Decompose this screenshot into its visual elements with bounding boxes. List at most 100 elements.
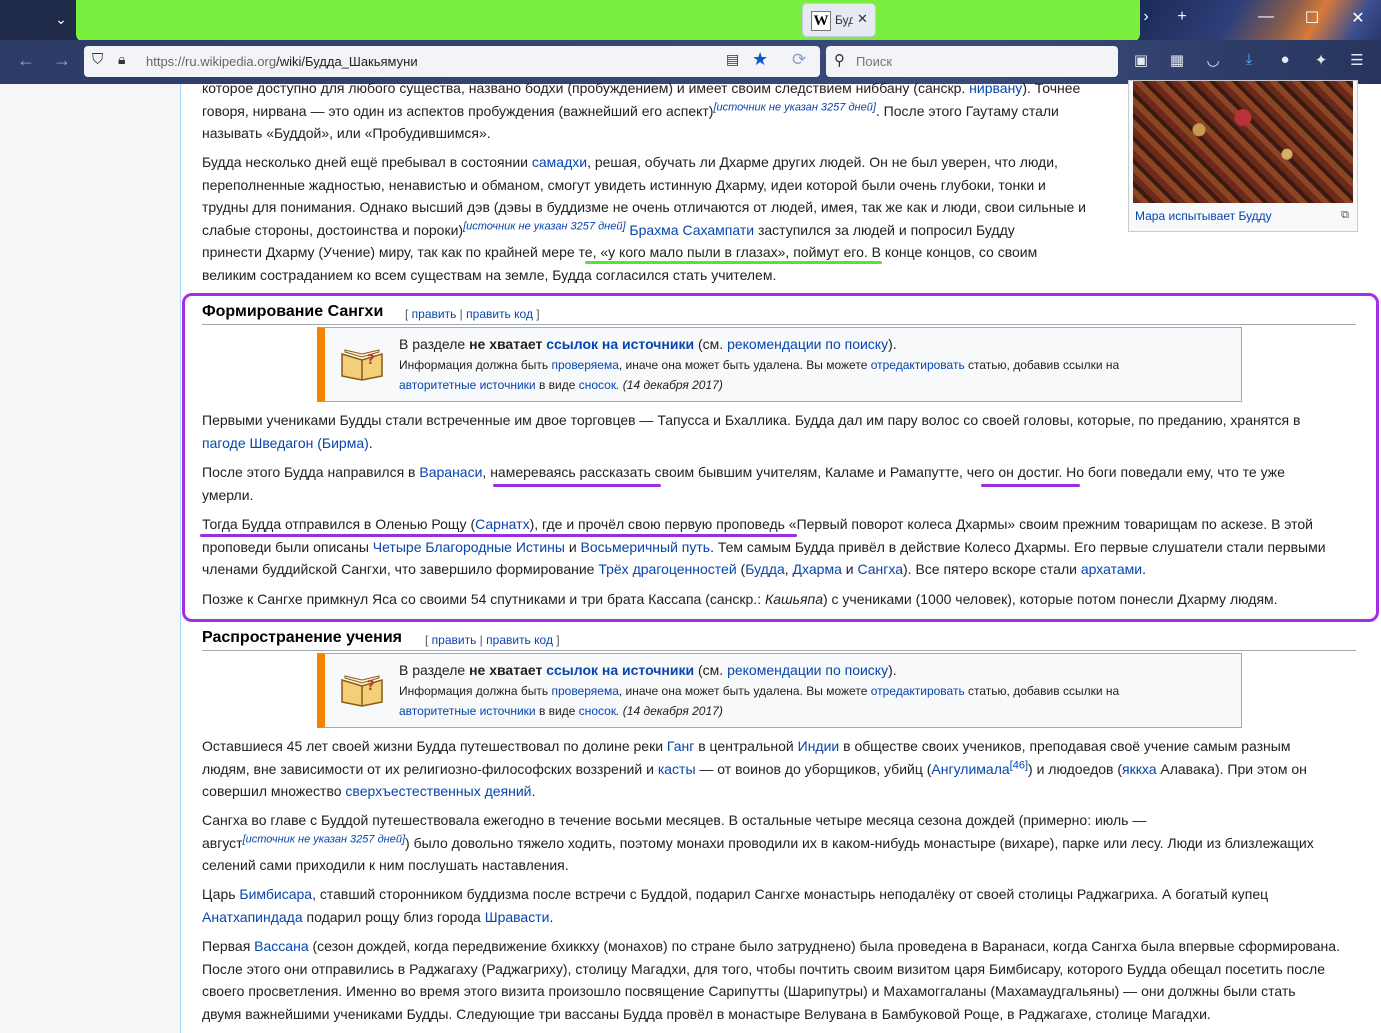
maximize-icon[interactable]: ☐: [1300, 8, 1324, 28]
link-varanasi[interactable]: Варанаси: [419, 464, 482, 480]
green-underline-annotation: [585, 261, 882, 264]
link-sources[interactable]: ссылок на источники: [546, 662, 694, 678]
link-vassana[interactable]: Вассана: [254, 938, 308, 954]
refimprove-notice: ? В разделе не хватает ссылок на источни…: [317, 327, 1242, 402]
svg-text:?: ?: [367, 353, 375, 368]
edit-code-link[interactable]: править код: [486, 633, 553, 647]
tracking-shield-icon[interactable]: ⛉: [92, 51, 103, 68]
reload-icon[interactable]: ⟳: [792, 50, 806, 70]
paragraph-varanasi: После этого Будда направился в Варанаси,…: [202, 464, 1285, 503]
reader-view-icon[interactable]: ▤: [726, 51, 739, 68]
wikipedia-favicon-icon: W: [811, 11, 831, 31]
section-heading-spread: Распространение учения: [202, 629, 402, 646]
purple-underline-annotation: [981, 484, 1080, 487]
green-highlight-overlay: [76, 0, 1140, 40]
link-shravasti[interactable]: Шравасти: [485, 909, 550, 925]
link-yakkha[interactable]: яккха: [1122, 761, 1156, 777]
link-dharma[interactable]: Дхарма: [793, 561, 842, 577]
bookmark-star-icon[interactable]: ★: [752, 49, 768, 70]
download-icon[interactable]: ⤓: [1238, 51, 1260, 68]
section-heading-sangha: Формирование Сангхи: [202, 303, 384, 320]
extension-icon[interactable]: ▣: [1130, 51, 1152, 69]
book-question-icon: ?: [341, 675, 383, 707]
back-arrow-icon[interactable]: ←: [14, 50, 38, 71]
link-castes[interactable]: касты: [658, 761, 696, 777]
pocket-icon[interactable]: ◡: [1202, 51, 1224, 69]
edit-code-link[interactable]: править код: [466, 307, 533, 321]
thumbnail-caption[interactable]: Мара испытывает Будду: [1135, 209, 1272, 223]
purple-underline-annotation: [493, 484, 661, 487]
new-tab-plus-icon[interactable]: +: [1170, 8, 1194, 26]
link-supernatural-deeds[interactable]: сверхъестественных деяний: [345, 783, 531, 799]
mara-painting-image[interactable]: [1133, 81, 1353, 203]
link-four-noble-truths[interactable]: Четыре Благородные Истины: [373, 539, 565, 555]
link-nirvana[interactable]: нирвану: [969, 80, 1022, 96]
citation-needed[interactable]: [источник не указан 3257 дней]: [463, 220, 625, 232]
link-edit-article[interactable]: отредактировать: [871, 684, 965, 698]
refimprove-notice: ? В разделе не хватает ссылок на источни…: [317, 653, 1242, 728]
paragraph-yasa: Позже к Сангхе примкнул Яса со своими 54…: [202, 591, 1278, 607]
screenshot-icon[interactable]: ▦: [1166, 51, 1188, 69]
paragraph-rainy-season: Сангха во главе с Буддой путешествовала …: [202, 812, 1314, 873]
link-bimbisara[interactable]: Бимбисара: [239, 886, 312, 902]
citation-needed[interactable]: [источник не указан 3257 дней]: [243, 833, 405, 845]
link-sarnath[interactable]: Сарнатх: [475, 516, 529, 532]
paragraph-enlightenment: которое доступно для любого существа, на…: [202, 80, 1081, 141]
close-window-icon[interactable]: ✕: [1346, 8, 1370, 28]
link-india[interactable]: Индии: [798, 738, 840, 754]
link-buddha[interactable]: Будда: [745, 561, 785, 577]
lock-icon[interactable]: 🔒︎: [118, 51, 125, 68]
section-edit-links: [ править | править код ]: [405, 307, 540, 321]
paragraph-bimbisara: Царь Бимбисара, ставший сторонником будд…: [202, 886, 1269, 925]
minimize-icon[interactable]: —: [1254, 8, 1278, 26]
paragraph-vassana: Первая Вассана (сезон дождей, когда пере…: [202, 938, 1340, 1022]
link-brahma-sahampati[interactable]: Брахма Сахампати: [629, 222, 754, 238]
link-verifiable[interactable]: проверяема: [551, 684, 618, 698]
tab-list-chevron-icon[interactable]: ⌄: [48, 6, 74, 32]
link-shwedagon[interactable]: пагоде Шведагон (Бирма): [202, 435, 369, 451]
link-sangha[interactable]: Сангха: [857, 561, 903, 577]
section-divider: [202, 324, 1356, 325]
magnify-icon[interactable]: ⧉: [1341, 209, 1349, 222]
link-arhats[interactable]: архатами: [1081, 561, 1142, 577]
edit-link[interactable]: править: [412, 307, 457, 321]
tab-active[interactable]: W Буд ✕: [802, 3, 876, 37]
svg-text:?: ?: [367, 679, 375, 694]
paragraph-brahma: Будда несколько дней ещё пребывал в сост…: [202, 154, 1086, 283]
link-samadhi[interactable]: самадхи: [532, 154, 587, 170]
tab-scroll-right-icon[interactable]: ›: [1134, 8, 1158, 26]
link-angulimala[interactable]: Ангулимала: [931, 761, 1009, 777]
link-reliable-sources[interactable]: авторитетные источники: [399, 704, 536, 718]
link-search-guidelines[interactable]: рекомендации по поиску: [727, 336, 888, 352]
menu-hamburger-icon[interactable]: ☰: [1346, 51, 1368, 69]
link-three-jewels[interactable]: Трёх драгоценностей: [598, 561, 736, 577]
link-eightfold-path[interactable]: Восьмеричный путь: [581, 539, 711, 555]
forward-arrow-icon[interactable]: →: [50, 50, 74, 71]
edit-link[interactable]: править: [432, 633, 477, 647]
citation-needed[interactable]: [источник не указан 3257 дней]: [713, 101, 875, 113]
paragraph-first-disciples: Первыми учениками Будды стали встреченны…: [202, 412, 1301, 451]
reference-46[interactable]: [46]: [1010, 759, 1028, 771]
link-ganges[interactable]: Ганг: [667, 738, 694, 754]
extensions-puzzle-icon[interactable]: ✦: [1310, 51, 1332, 69]
link-edit-article[interactable]: отредактировать: [871, 358, 965, 372]
purple-underline-annotation: [200, 534, 797, 537]
link-footnotes[interactable]: сносок: [579, 704, 616, 718]
thumbnail-figure: Мара испытывает Будду ⧉: [1128, 80, 1358, 232]
link-footnotes[interactable]: сносок: [579, 378, 616, 392]
address-bar[interactable]: ⛉ 🔒︎ https://ru.wikipedia.org/wiki/Будда…: [84, 46, 820, 77]
search-bar[interactable]: ⚲ Поиск: [826, 46, 1118, 77]
section-divider: [202, 650, 1356, 651]
search-icon: ⚲: [834, 52, 845, 69]
link-anathapindada[interactable]: Анатхапиндада: [202, 909, 303, 925]
tab-close-icon[interactable]: ✕: [857, 11, 868, 27]
tab-title: Буд: [835, 13, 853, 27]
link-reliable-sources[interactable]: авторитетные источники: [399, 378, 536, 392]
link-sources[interactable]: ссылок на источники: [546, 336, 694, 352]
link-verifiable[interactable]: проверяема: [551, 358, 618, 372]
paragraph-sarnath: Тогда Будда отправился в Оленью Рощу (Са…: [202, 516, 1326, 577]
link-search-guidelines[interactable]: рекомендации по поиску: [727, 662, 888, 678]
url-text[interactable]: https://ru.wikipedia.org/wiki/Будда_Шакь…: [146, 54, 418, 69]
account-avatar-icon[interactable]: ●: [1274, 51, 1296, 68]
article-content: Мара испытывает Будду ⧉ которое доступно…: [180, 80, 1381, 1033]
